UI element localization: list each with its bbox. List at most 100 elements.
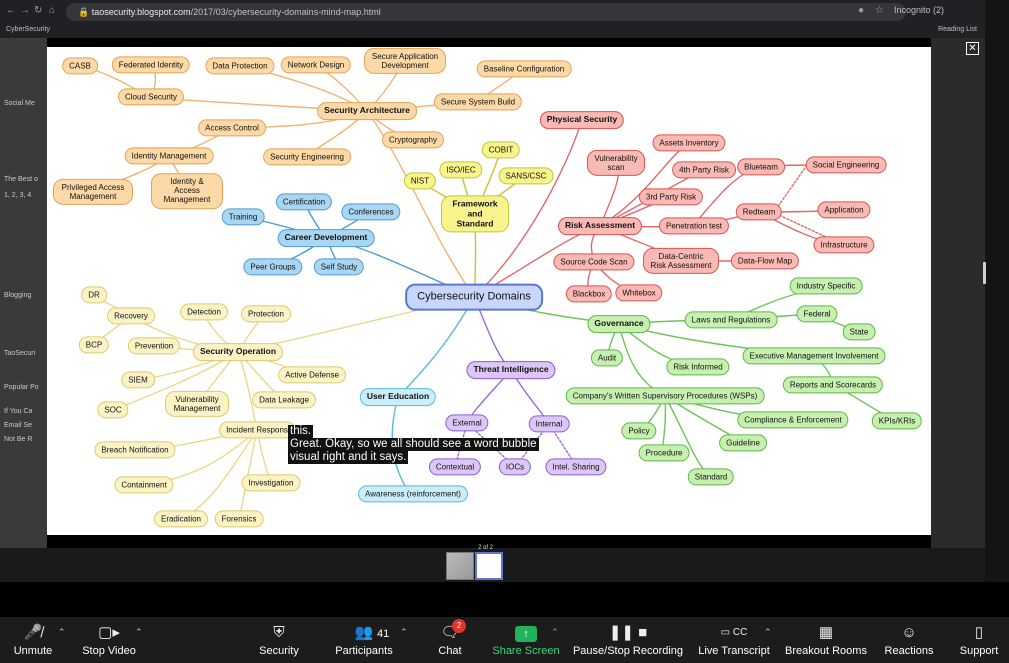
support-button[interactable]: ▯ Support [954,617,1004,663]
back-icon[interactable]: ← [6,5,16,16]
unmute-button[interactable]: 🎤̸ Unmute [8,617,58,663]
node-framework-standard: Framework and Standard [441,195,509,233]
caption-line: this. [288,425,314,438]
lock-icon: 🔒 [78,7,90,17]
zoom-window: ← → ↻ ⌂ 🔒 taosecurity.blogspot.com/2017/… [0,0,1009,663]
breakout-rooms-button[interactable]: ▦ Breakout Rooms [782,617,870,663]
node-soc: SOC [97,401,129,419]
node-forensics: Forensics [214,510,264,528]
participants-count: 41 [377,628,390,640]
pause-stop-icon: ❚❚ ■ [608,624,648,641]
node-casb: CASB [62,57,98,75]
node-standard: Standard [687,468,735,486]
node-career-development: Career Development [277,229,375,247]
thumbnail-1[interactable] [446,552,474,580]
incognito-label[interactable]: Incognito (2) [894,5,944,15]
node-access-control: Access Control [198,119,266,137]
thumbnail-2[interactable] [475,552,503,580]
chevron-up-icon[interactable]: ⌃ [135,627,143,638]
node-security-engineering: Security Engineering [263,148,351,166]
node-privileged-access-management: Privileged Access Management [53,178,133,206]
chevron-up-icon[interactable]: ⌃ [400,627,408,638]
live-caption: this. Great. Okay, so we all should see … [288,425,539,464]
underlying-page-right [931,38,985,548]
strip-text: The Best o [4,176,38,183]
node-user-education: User Education [359,388,437,406]
pause-stop-recording-button[interactable]: ❚❚ ■ Pause/Stop Recording [572,617,684,663]
node-data-centric-risk: Data-Centric Risk Assessment [643,247,719,275]
node-reports-scorecards: Reports and Scorecards [782,376,884,394]
node-bcp: BCP [78,336,110,354]
participants-button[interactable]: 👥 Participants [330,617,398,663]
incognito-eye-icon: ● [858,5,865,16]
node-kpis-kris: KPIs/KRIs [871,412,923,430]
node-federal: Federal [796,305,838,323]
node-source-code-scan: Source Code Scan [553,253,635,271]
security-label: Security [259,645,299,657]
node-federated-identity: Federated Identity [111,56,191,74]
support-label: Support [959,645,999,657]
node-redteam: Redteam [735,203,783,221]
reload-icon[interactable]: ↻ [34,5,42,16]
chevron-up-icon[interactable]: ⌃ [764,627,772,638]
node-secure-system-build: Secure System Build [433,93,523,111]
node-threat-intelligence: Threat Intelligence [466,361,556,379]
node-nist: NIST [403,172,437,190]
live-transcript-label: Live Transcript [698,645,770,657]
bookmarks-bar: CyberSecurity Reading List [0,22,985,38]
node-security-operation: Security Operation [192,343,284,361]
node-containment: Containment [114,476,174,494]
stop-video-button[interactable]: ▢▸ Stop Video [78,617,140,663]
node-conferences: Conferences [341,203,401,221]
node-risk-informed: Risk Informed [666,358,730,376]
bookmark-cybersecurity[interactable]: CyberSecurity [6,22,50,38]
url-host: taosecurity.blogspot.com [91,7,191,17]
node-prevention: Prevention [127,337,181,355]
chevron-up-icon[interactable]: ⌃ [58,627,66,638]
node-laws-regulations: Laws and Regulations [684,311,778,329]
node-recovery: Recovery [107,307,155,325]
live-transcript-button[interactable]: ▭ CC Live Transcript [694,617,774,663]
reading-list[interactable]: Reading List [938,22,977,38]
node-infrastructure: Infrastructure [813,236,875,254]
resize-handle[interactable] [983,262,986,284]
strip-text: Social Me [4,100,35,107]
node-security-architecture: Security Architecture [317,102,417,120]
strip-text: Blogging [4,292,32,299]
right-edge-panel [985,0,1009,582]
strip-text: 1, 2, 3, 4 [4,192,32,199]
address-bar[interactable]: 🔒 taosecurity.blogspot.com/2017/03/cyber… [66,3,906,21]
reactions-button[interactable]: ☺ Reactions [880,617,938,663]
node-cryptography: Cryptography [381,131,445,149]
node-application: Application [817,201,871,219]
caption-line: Great. Okay, so we all should see a word… [288,438,539,451]
chevron-up-icon[interactable]: ⌃ [551,627,559,638]
share-screen-button[interactable]: ↑ Share Screen [490,617,562,663]
node-eradication: Eradication [153,510,209,528]
node-guideline: Guideline [719,434,767,452]
node-data-protection: Data Protection [205,57,275,75]
grid-icon: ▦ [818,624,834,641]
close-lightbox-icon[interactable]: ✕ [966,42,979,55]
star-icon[interactable]: ☆ [875,5,884,16]
node-cybersecurity-domains: Cybersecurity Domains [405,283,543,311]
shield-icon: ⛨ [273,624,285,641]
node-social-engineering: Social Engineering [805,156,887,174]
forward-icon[interactable]: → [20,5,30,16]
node-certification: Certification [275,193,333,211]
strip-text: TaoSecuri [4,350,36,357]
node-dr: DR [81,286,107,304]
meeting-toolbar: 🎤̸ Unmute ⌃ ▢▸ Stop Video ⌃ ⛨ Security 👥… [0,617,1009,663]
closed-caption-icon: ▭ CC [720,627,748,638]
node-risk-assessment: Risk Assessment [557,217,643,235]
security-button[interactable]: ⛨ Security [254,617,304,663]
smiley-icon: ☺ [901,624,917,641]
underlying-page-strip: Social Me The Best o 1, 2, 3, 4 Blogging… [0,38,47,548]
microphone-muted-icon: 🎤̸ [23,624,43,641]
node-siem: SIEM [121,371,155,389]
strip-text: If You Ca [4,408,33,415]
node-policy: Policy [621,422,657,440]
home-icon[interactable]: ⌂ [49,5,55,16]
unmute-label: Unmute [13,645,53,657]
node-baseline-config: Baseline Configuration [476,60,572,78]
